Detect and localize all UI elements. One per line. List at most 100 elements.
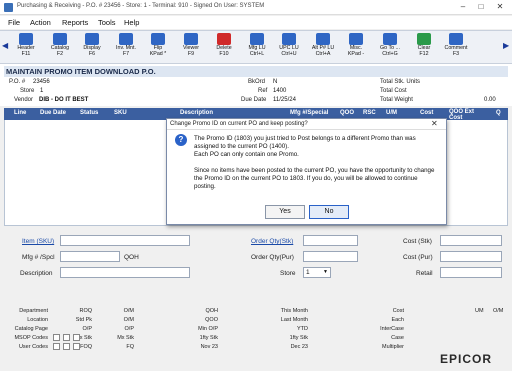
misc-icon (349, 33, 363, 45)
msop-checkbox-3[interactable] (73, 334, 80, 341)
maximize-button[interactable]: □ (474, 2, 488, 11)
col-due-date[interactable]: Due Date (40, 110, 66, 116)
vendor-value: DIB - DO IT BEST (39, 97, 89, 103)
order-qty-stk-input[interactable] (303, 235, 358, 246)
col-description[interactable]: Description (180, 110, 213, 116)
menu-file[interactable]: File (8, 18, 20, 27)
misc-button[interactable]: Misc. KPad - (340, 33, 372, 63)
dialog-title-bar: Change Promo ID on current PO and keep p… (167, 119, 446, 130)
po-number-value: 23456 (33, 79, 50, 85)
info-col5-row-3: 1fty Stk (289, 335, 308, 341)
no-button[interactable]: No (309, 205, 349, 219)
yes-button[interactable]: Yes (265, 205, 305, 219)
inv-mnt-button[interactable]: Inv. Mnt. F7 (110, 33, 142, 63)
user-code-checkbox-2[interactable] (63, 343, 70, 350)
col-status[interactable]: Status (80, 110, 98, 116)
dialog-close-icon[interactable]: ✕ (431, 119, 438, 128)
alt-lu-button[interactable]: Alt P# LU Ctrl+A (307, 33, 339, 63)
msop-checkbox-2[interactable] (63, 334, 70, 341)
barcode-icon (282, 33, 296, 45)
cost-pur-input[interactable] (440, 251, 502, 262)
item-sku-link[interactable]: Item (SKU) (22, 238, 54, 245)
comment-icon (449, 33, 463, 45)
col-q[interactable]: Q (496, 110, 501, 116)
upc-lu-button[interactable]: UPC LU Ctrl+U (273, 33, 305, 63)
viewer-button[interactable]: Viewer F9 (175, 33, 207, 63)
delete-icon (217, 33, 231, 45)
catalog-icon (53, 33, 67, 45)
minimize-button[interactable]: – (456, 2, 470, 11)
col-sku[interactable]: SKU (114, 110, 127, 116)
info-col6-row-0: Cost (392, 308, 404, 314)
menu-help[interactable]: Help (124, 18, 139, 27)
qoh-label: QOH (124, 254, 139, 261)
change-promo-dialog: Change Promo ID on current PO and keep p… (166, 118, 447, 225)
order-qty-stk-link[interactable]: Order Qty(Stk) (251, 238, 293, 245)
dialog-paragraph-1b: Each PO can only contain one Promo. (194, 151, 299, 158)
retail-label: Retail (416, 270, 433, 277)
info-col4-row-0: QOH (205, 308, 218, 314)
info-col4-row-3: 1fty Stk (199, 335, 218, 341)
retail-input[interactable] (440, 267, 502, 278)
store-select[interactable]: 1 ▼ (303, 267, 331, 278)
cost-pur-label: Cost (Pur) (403, 254, 433, 261)
cost-om-header: O/M (493, 308, 504, 314)
col-qoo[interactable]: QOO (340, 110, 354, 116)
user-code-checkbox-1[interactable] (53, 343, 60, 350)
info-col4-row-2: Min O/P (198, 326, 218, 332)
menu-action[interactable]: Action (30, 18, 51, 27)
page-title: MAINTAIN PROMO ITEM DOWNLOAD P.O. (4, 66, 508, 77)
col-rsc[interactable]: RSC (363, 110, 376, 116)
clear-shortcut: F12 (419, 51, 429, 57)
toolbar-scroll-right-icon[interactable]: ▶ (503, 41, 509, 50)
bkord-label: BkOrd (248, 79, 266, 85)
barcode-icon (250, 33, 264, 45)
info-col1-row-3: MSOP Codes (14, 335, 48, 341)
title-bar: Purchasing & Receiving - P.O. # 23456 - … (0, 0, 512, 15)
delete-button[interactable]: Delete F10 (208, 33, 240, 63)
description-input[interactable] (60, 267, 190, 278)
cost-stk-input[interactable] (440, 235, 502, 246)
store-select-value: 1 (306, 269, 310, 276)
goto-shortcut: Ctrl+G (382, 51, 398, 57)
clear-button[interactable]: Clear F12 (408, 33, 440, 63)
user-code-checkbox-3[interactable] (73, 343, 80, 350)
store-select-label: Store (280, 270, 296, 277)
order-qty-pur-input[interactable] (303, 251, 358, 262)
header-button[interactable]: Header F11 (10, 33, 42, 63)
inv-mnt-shortcut: F7 (122, 51, 130, 57)
info-col1-row-0: Department (19, 308, 48, 314)
display-icon (85, 33, 99, 45)
mfg-spcl-label: Mfg # /Spcl (22, 254, 55, 261)
comment-button[interactable]: Comment F3 (440, 33, 472, 63)
total-weight-value: 0.00 (484, 97, 496, 103)
info-col5-row-4: Dec 23 (290, 344, 308, 350)
col-line[interactable]: Line (14, 110, 26, 116)
col-um[interactable]: U/M (386, 110, 397, 116)
inventory-icon (119, 33, 133, 45)
menu-reports[interactable]: Reports (62, 18, 88, 27)
goto-button[interactable]: Go To ... Ctrl+G (374, 33, 406, 63)
toolbar: ◀ Header F11 Catalog F2 Display F6 Inv. Mnt. F7… (0, 30, 512, 64)
menu-tools[interactable]: Tools (98, 18, 116, 27)
chevron-down-icon[interactable]: ▼ (323, 269, 328, 275)
close-button[interactable]: ✕ (493, 2, 507, 11)
mfg-spcl-input[interactable] (60, 251, 120, 262)
toolbar-scroll-left-icon[interactable]: ◀ (2, 41, 8, 50)
col-mfg-special[interactable]: Mfg #/Special (290, 110, 328, 116)
display-button[interactable]: Display F6 (76, 33, 108, 63)
catalog-button[interactable]: Catalog F2 (44, 33, 76, 63)
clear-icon (417, 33, 431, 45)
info-col2-row-0: ROQ (79, 308, 92, 314)
info-col3-row-4: FQ (126, 344, 134, 350)
info-col5-row-0: This Month (280, 308, 308, 314)
delete-shortcut: F10 (219, 51, 229, 57)
flip-button[interactable]: Flip KPad * (142, 33, 174, 63)
col-cost[interactable]: Cost (420, 110, 433, 116)
msop-checkbox-1[interactable] (53, 334, 60, 341)
item-sku-input[interactable] (60, 235, 190, 246)
epicor-logo: EPICOR (440, 352, 493, 366)
mfg-lu-button[interactable]: Mfg LU Ctrl+L (241, 33, 273, 63)
col-qoo-ext-cost[interactable]: QOO Ext Cost (449, 109, 479, 121)
viewer-shortcut: F9 (187, 51, 195, 57)
